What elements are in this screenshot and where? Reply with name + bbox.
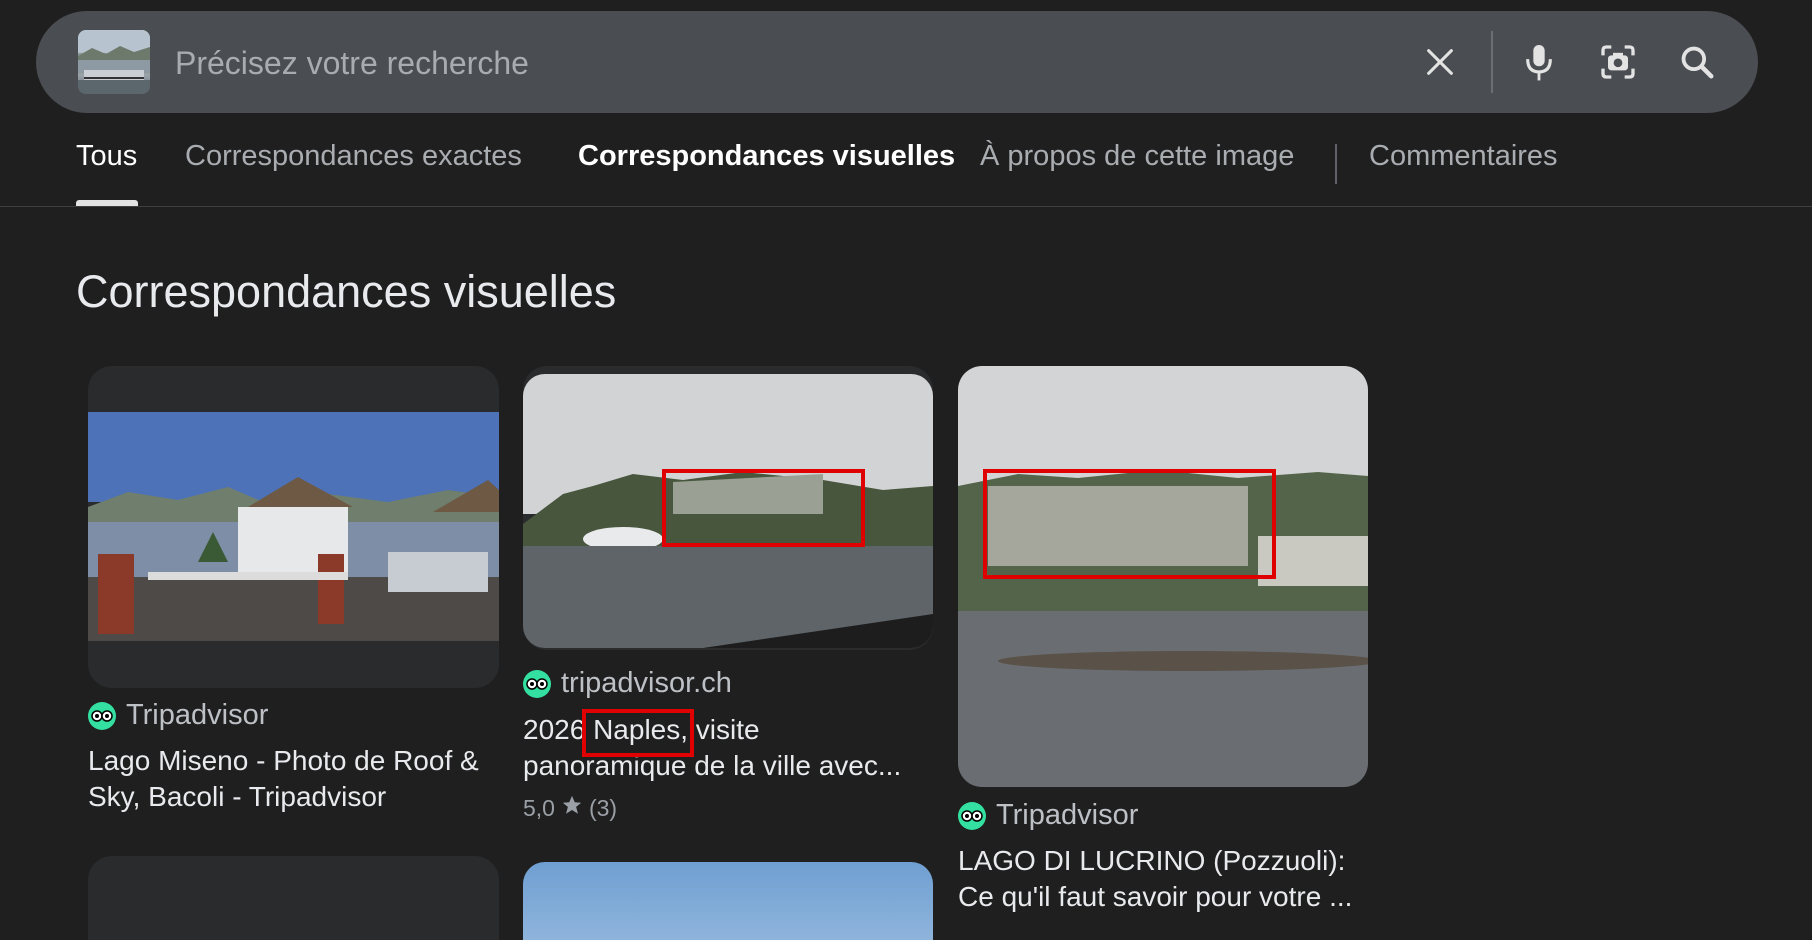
tripadvisor-logo-icon bbox=[958, 801, 986, 830]
section-title: Correspondances visuelles bbox=[76, 266, 617, 317]
result-image-5[interactable] bbox=[523, 862, 933, 940]
title-part: visite bbox=[695, 714, 760, 745]
star-icon bbox=[561, 794, 583, 822]
camera-lens-icon[interactable] bbox=[1594, 38, 1642, 86]
result-title-3[interactable]: LAGO DI LUCRINO (Pozzuoli): Ce qu'il fau… bbox=[958, 843, 1388, 915]
result-title-line: Ce qu'il faut savoir pour votre ... bbox=[958, 881, 1353, 912]
search-icon[interactable] bbox=[1673, 38, 1721, 86]
tab-exact-matches[interactable]: Correspondances exactes bbox=[185, 140, 522, 173]
search-bar[interactable] bbox=[36, 11, 1758, 113]
result-source-3[interactable]: Tripadvisor bbox=[958, 799, 1138, 832]
highlight-box bbox=[983, 469, 1276, 579]
result-image-1[interactable] bbox=[88, 412, 499, 641]
tab-all[interactable]: Tous bbox=[76, 140, 137, 173]
search-input[interactable] bbox=[173, 36, 1377, 90]
title-part: 2026 bbox=[523, 714, 586, 745]
result-title-line: Sky, Bacoli - Tripadvisor bbox=[88, 781, 387, 812]
tripadvisor-logo-icon bbox=[523, 669, 551, 698]
result-source-name: Tripadvisor bbox=[126, 699, 269, 731]
result-source-2[interactable]: tripadvisor.ch bbox=[523, 667, 732, 700]
tripadvisor-logo-icon bbox=[88, 701, 116, 730]
top-bar: Tous Correspondances exactes Corresponda… bbox=[0, 0, 1812, 207]
result-rating-2: 5,0 (3) bbox=[523, 794, 617, 822]
clear-icon[interactable] bbox=[1416, 38, 1464, 86]
highlight-box bbox=[582, 709, 694, 757]
result-title-line: LAGO DI LUCRINO (Pozzuoli): bbox=[958, 845, 1346, 876]
header-divider bbox=[0, 206, 1812, 207]
search-divider bbox=[1491, 31, 1493, 93]
tab-comments[interactable]: Commentaires bbox=[1369, 140, 1558, 173]
tab-about-image[interactable]: À propos de cette image bbox=[980, 140, 1294, 173]
query-image-thumbnail[interactable] bbox=[78, 30, 150, 94]
review-count: (3) bbox=[588, 794, 618, 821]
rating-value: 5,0 bbox=[523, 794, 555, 821]
result-title-1[interactable]: Lago Miseno - Photo de Roof & Sky, Bacol… bbox=[88, 743, 508, 815]
result-source-name: tripadvisor.ch bbox=[561, 667, 732, 699]
microphone-icon[interactable] bbox=[1515, 38, 1563, 86]
result-card-4[interactable] bbox=[88, 856, 499, 940]
result-title-line: Lago Miseno - Photo de Roof & bbox=[88, 745, 479, 776]
tab-separator bbox=[1335, 144, 1337, 184]
highlight-box bbox=[662, 469, 865, 547]
result-source-name: Tripadvisor bbox=[996, 799, 1139, 831]
result-source-1[interactable]: Tripadvisor bbox=[88, 699, 268, 732]
tab-visual-matches[interactable]: Correspondances visuelles bbox=[578, 140, 955, 173]
